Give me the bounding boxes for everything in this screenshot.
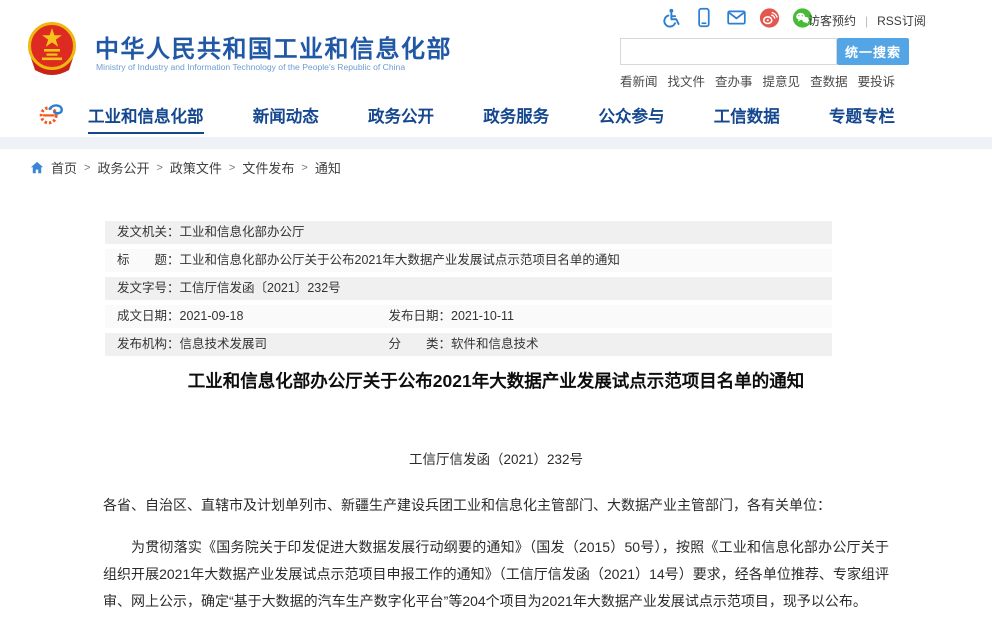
nav-item-special[interactable]: 专题专栏	[829, 103, 895, 134]
quick-link-suggest[interactable]: 提意见	[763, 71, 801, 90]
quick-link-news[interactable]: 看新闻	[620, 71, 658, 90]
quick-link-complaint[interactable]: 要投诉	[858, 71, 896, 90]
nav-item-news[interactable]: 新闻动态	[253, 103, 319, 134]
article-paragraph: 为贯彻落实《国务院关于印发促进大数据发展行动纲要的通知》（国发（2015）50号…	[103, 534, 889, 615]
meta-row-doc-number: 发文字号：工信厅信发函〔2021〕232号	[105, 277, 832, 300]
quick-link-files[interactable]: 找文件	[668, 71, 706, 90]
weibo-icon[interactable]	[759, 7, 780, 28]
breadcrumb-separator: >	[84, 162, 90, 174]
breadcrumb-notice[interactable]: 通知	[315, 158, 341, 177]
meta-label: 标 题：	[117, 253, 180, 267]
nav-item-miit[interactable]: 工业和信息化部	[88, 103, 204, 134]
meta-label: 发布机构：	[117, 337, 180, 351]
meta-row-publisher: 发布机构：信息技术发展司 分 类：软件和信息技术	[105, 333, 832, 356]
home-icon[interactable]	[30, 161, 44, 175]
meta-value: 软件和信息技术	[451, 337, 539, 351]
nav-bottom-band	[0, 137, 992, 149]
quick-links-bar: 看新闻 找文件 查办事 提意见 查数据 要投诉	[620, 71, 895, 90]
meta-row-dates: 成文日期：2021-09-18 发布日期：2021-10-11	[105, 305, 832, 328]
nav-item-gov-open[interactable]: 政务公开	[368, 103, 434, 134]
meta-label: 发文字号：	[117, 281, 180, 295]
meta-value: 信息技术发展司	[180, 337, 268, 351]
nav-item-data[interactable]: 工信数据	[714, 103, 780, 134]
nav-item-gov-service[interactable]: 政务服务	[483, 103, 549, 134]
article-title: 工业和信息化部办公厅关于公布2021年大数据产业发展试点示范项目名单的通知	[103, 368, 889, 393]
header-icon-bar	[660, 7, 813, 28]
nav-items: 工业和信息化部 新闻动态 政务公开 政务服务 公众参与 工信数据 专题专栏	[88, 103, 895, 134]
meta-label: 发布日期：	[388, 309, 451, 323]
article-salutation: 各省、自治区、直辖市及计划单列市、新疆生产建设兵团工业和信息化主管部门、大数据产…	[103, 495, 889, 515]
ministry-title: 中华人民共和国工业和信息化部	[95, 29, 452, 64]
mobile-icon[interactable]	[693, 7, 714, 28]
quick-link-data[interactable]: 查数据	[810, 71, 848, 90]
meta-row-title: 标 题：工业和信息化部办公厅关于公布2021年大数据产业发展试点示范项目名单的通…	[105, 249, 832, 272]
article-doc-number: 工信厅信发函（2021）232号	[103, 448, 889, 468]
meta-label: 成文日期：	[117, 309, 180, 323]
header-text-links: 访客预约 | RSS订阅	[808, 12, 926, 29]
mail-icon[interactable]	[726, 7, 747, 28]
meta-label: 分 类：	[388, 337, 451, 351]
meta-value: 工信厅信发函〔2021〕232号	[180, 281, 341, 295]
quick-link-services[interactable]: 查办事	[715, 71, 753, 90]
breadcrumb-file-release[interactable]: 文件发布	[242, 158, 294, 177]
search-input[interactable]	[620, 38, 837, 65]
page: 中华人民共和国工业和信息化部 Ministry of Industry and …	[0, 0, 992, 636]
breadcrumb-separator: >	[229, 162, 235, 174]
breadcrumb-separator: >	[156, 162, 162, 174]
meta-value: 工业和信息化部办公厅关于公布2021年大数据产业发展试点示范项目名单的通知	[180, 253, 620, 267]
meta-row-issuing-agency: 发文机关：工业和信息化部办公厅	[105, 221, 832, 244]
meta-value: 2021-09-18	[180, 309, 244, 323]
visitor-appointment-link[interactable]: 访客预约	[808, 12, 856, 29]
meta-label: 发文机关：	[117, 225, 180, 239]
link-divider: |	[865, 14, 868, 28]
breadcrumb-separator: >	[301, 162, 307, 174]
national-emblem-logo	[27, 20, 77, 78]
ministry-title-english: Ministry of Industry and Information Tec…	[96, 62, 405, 72]
main-nav: 工业和信息化部 新闻动态 政务公开 政务服务 公众参与 工信数据 专题专栏	[0, 92, 992, 137]
breadcrumb-gov-open[interactable]: 政务公开	[97, 158, 149, 177]
breadcrumb: 首页 > 政务公开 > 政策文件 > 文件发布 > 通知	[30, 158, 341, 177]
document-meta-table: 发文机关：工业和信息化部办公厅 标 题：工业和信息化部办公厅关于公布2021年大…	[105, 221, 832, 361]
rss-subscribe-link[interactable]: RSS订阅	[877, 12, 926, 29]
miit-e-logo-icon	[37, 100, 65, 128]
meta-value: 2021-10-11	[451, 309, 514, 323]
nav-item-public[interactable]: 公众参与	[599, 103, 665, 134]
accessibility-icon[interactable]	[660, 7, 681, 28]
breadcrumb-home[interactable]: 首页	[51, 158, 77, 177]
breadcrumb-policy-files[interactable]: 政策文件	[170, 158, 222, 177]
unified-search-button[interactable]: 统一搜索	[837, 38, 909, 65]
meta-value: 工业和信息化部办公厅	[180, 225, 305, 239]
